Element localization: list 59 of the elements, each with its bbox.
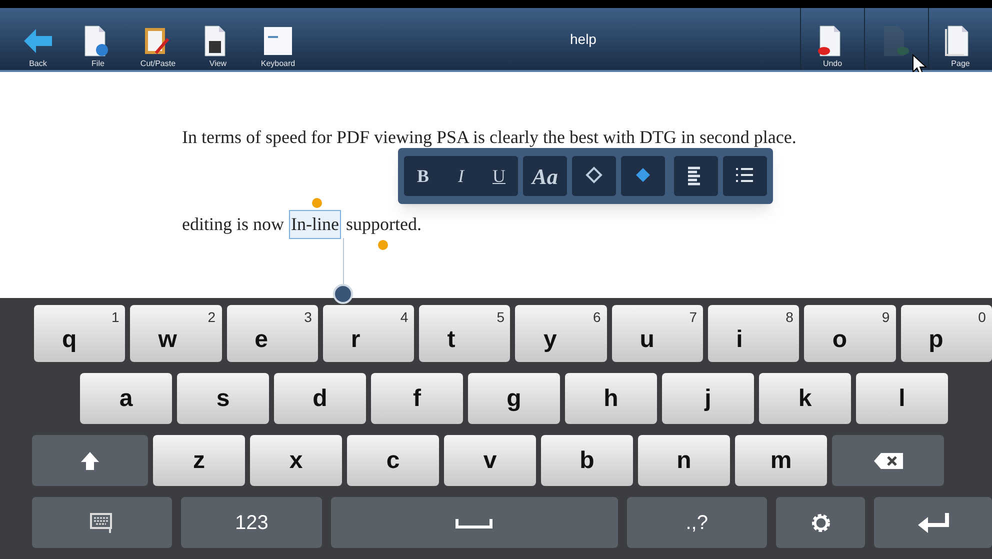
document-undo-button[interactable]: Undo [800, 8, 864, 70]
key[interactable]: h [565, 373, 657, 424]
document-printer-button[interactable]: View [192, 8, 244, 70]
key[interactable]: v [444, 435, 536, 486]
key[interactable]: r 4 [322, 305, 414, 362]
key[interactable]: p 0 [900, 305, 992, 362]
key[interactable]: b [541, 435, 633, 486]
text-line: supported. [346, 213, 422, 236]
key[interactable]: 123 [181, 497, 322, 548]
key[interactable]: a [80, 373, 172, 424]
document-info-button[interactable]: File [72, 8, 124, 70]
format-button[interactable]: B [404, 156, 442, 196]
enter-icon [917, 510, 950, 534]
settings-icon [810, 512, 832, 534]
key[interactable]: m [735, 435, 827, 486]
format-button[interactable]: I [442, 156, 480, 196]
clipboard-button[interactable]: Cut/Paste [132, 8, 184, 70]
key[interactable] [874, 497, 992, 548]
key[interactable]: t 5 [419, 305, 510, 362]
keyboard-icon [90, 512, 114, 534]
key[interactable]: j [662, 373, 754, 424]
key[interactable]: q 1 [34, 305, 126, 362]
key[interactable] [776, 497, 866, 548]
backspace-icon [872, 450, 904, 470]
paragraph: In terms of speed for PDF viewing PSA is clearly the best with DTG in second place. [182, 126, 796, 149]
selection-handle[interactable] [378, 240, 388, 250]
font-card-button[interactable]: Keyboard [252, 8, 304, 70]
key[interactable]: k [759, 373, 851, 424]
key[interactable]: d [274, 373, 366, 424]
selection-handle[interactable] [312, 198, 322, 208]
cursor-handle[interactable] [333, 284, 353, 304]
key[interactable]: .,? [626, 497, 768, 548]
pages-button[interactable]: Page [928, 8, 992, 70]
key[interactable]: n [638, 435, 730, 486]
selected-text: In-line [289, 210, 341, 239]
key[interactable]: y 6 [515, 305, 607, 362]
key[interactable] [32, 497, 172, 548]
format-button[interactable]: U [480, 156, 518, 196]
key[interactable]: e 3 [226, 305, 318, 362]
arrow-button[interactable]: Back [12, 8, 64, 70]
key[interactable]: i 8 [708, 305, 800, 362]
window-title: help [570, 30, 596, 49]
key[interactable]: u 7 [612, 305, 704, 362]
space-icon [455, 516, 494, 528]
key[interactable]: f [371, 373, 463, 424]
key[interactable]: w 2 [130, 305, 222, 362]
format-button[interactable]: Aa [523, 156, 567, 196]
key[interactable]: x [250, 435, 342, 486]
shift-icon [80, 450, 100, 470]
key[interactable]: c [347, 435, 439, 486]
text-line: editing is now [182, 213, 284, 236]
font-card-icon [262, 25, 294, 57]
key[interactable]: g [468, 373, 560, 424]
key[interactable]: o 9 [804, 305, 896, 362]
key[interactable]: l [856, 373, 948, 424]
key[interactable] [32, 435, 148, 486]
key[interactable]: s [177, 373, 269, 424]
key[interactable]: z [153, 435, 245, 486]
key[interactable] [832, 435, 944, 486]
